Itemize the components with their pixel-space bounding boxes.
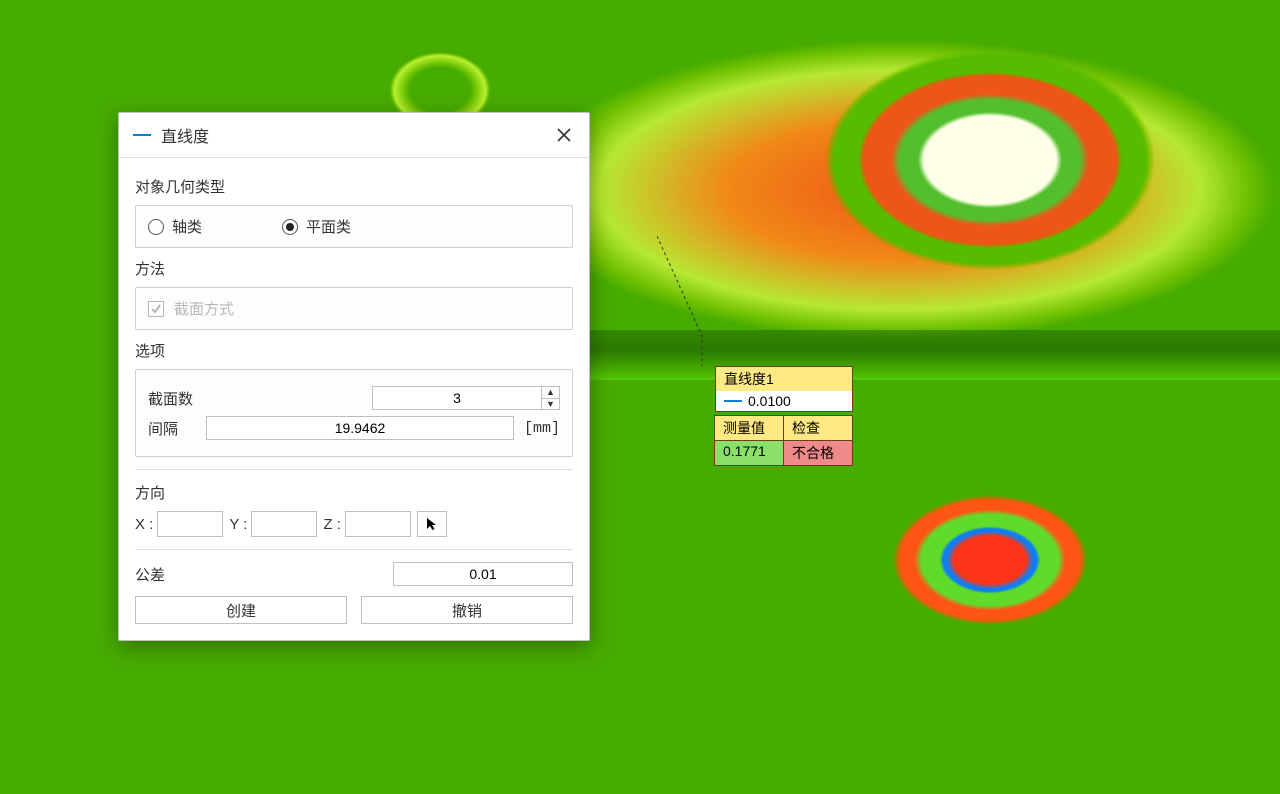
dialog-titlebar[interactable]: 直线度 xyxy=(119,113,589,158)
callout-tolerance: 0.0100 xyxy=(748,393,791,409)
checkbox-icon xyxy=(148,301,164,317)
callout-check-value: 不合格 xyxy=(783,440,853,466)
radio-icon xyxy=(148,219,164,235)
undo-button[interactable]: 撤销 xyxy=(361,596,573,624)
radio-icon xyxy=(282,219,298,235)
x-input[interactable] xyxy=(157,511,223,537)
z-input[interactable] xyxy=(345,511,411,537)
section-count-label: 截面数 xyxy=(148,388,228,409)
spinner-up-icon[interactable]: ▲ xyxy=(542,387,559,399)
radio-plane[interactable]: 平面类 xyxy=(282,216,351,237)
divider xyxy=(135,549,573,550)
options-label: 选项 xyxy=(135,340,573,361)
pick-direction-button[interactable] xyxy=(417,511,447,537)
radio-plane-label: 平面类 xyxy=(306,216,351,237)
section-count-spinner[interactable]: ▲ ▼ xyxy=(372,386,560,410)
geom-type-label: 对象几何类型 xyxy=(135,176,573,197)
direction-label: 方向 xyxy=(135,482,573,503)
interval-input[interactable] xyxy=(206,416,514,440)
z-label: Z : xyxy=(323,516,341,533)
method-checkbox[interactable]: 截面方式 xyxy=(148,298,560,319)
straightness-dialog: 直线度 对象几何类型 轴类 平面类 方法 xyxy=(118,112,590,641)
dialog-title: 直线度 xyxy=(161,123,209,147)
tolerance-input[interactable] xyxy=(393,562,573,586)
close-icon xyxy=(557,128,571,142)
measurement-callout: 直线度1 0.0100 测量值 检查 0.1771 不合格 xyxy=(715,366,853,466)
method-checkbox-label: 截面方式 xyxy=(174,298,234,319)
y-label: Y : xyxy=(229,516,247,533)
callout-leader-line xyxy=(657,236,715,366)
x-label: X : xyxy=(135,516,153,533)
y-input[interactable] xyxy=(251,511,317,537)
divider xyxy=(135,469,573,470)
method-label: 方法 xyxy=(135,258,573,279)
create-button[interactable]: 创建 xyxy=(135,596,347,624)
callout-meas-value: 0.1771 xyxy=(714,440,784,466)
spinner-down-icon[interactable]: ▼ xyxy=(542,399,559,410)
callout-title: 直线度1 xyxy=(716,367,852,391)
interval-unit: [mm] xyxy=(524,420,560,437)
section-count-input[interactable] xyxy=(372,386,542,410)
cursor-icon xyxy=(425,517,439,531)
tolerance-line-icon xyxy=(724,400,742,402)
close-button[interactable] xyxy=(553,124,575,146)
radio-axis[interactable]: 轴类 xyxy=(148,216,202,237)
create-button-label: 创建 xyxy=(226,600,256,621)
tolerance-label: 公差 xyxy=(135,564,165,585)
callout-check-header: 检查 xyxy=(783,415,853,441)
undo-button-label: 撤销 xyxy=(452,600,482,621)
radio-axis-label: 轴类 xyxy=(172,216,202,237)
dialog-title-icon xyxy=(133,134,151,136)
callout-meas-header: 测量值 xyxy=(714,415,784,441)
interval-label: 间隔 xyxy=(148,418,196,439)
